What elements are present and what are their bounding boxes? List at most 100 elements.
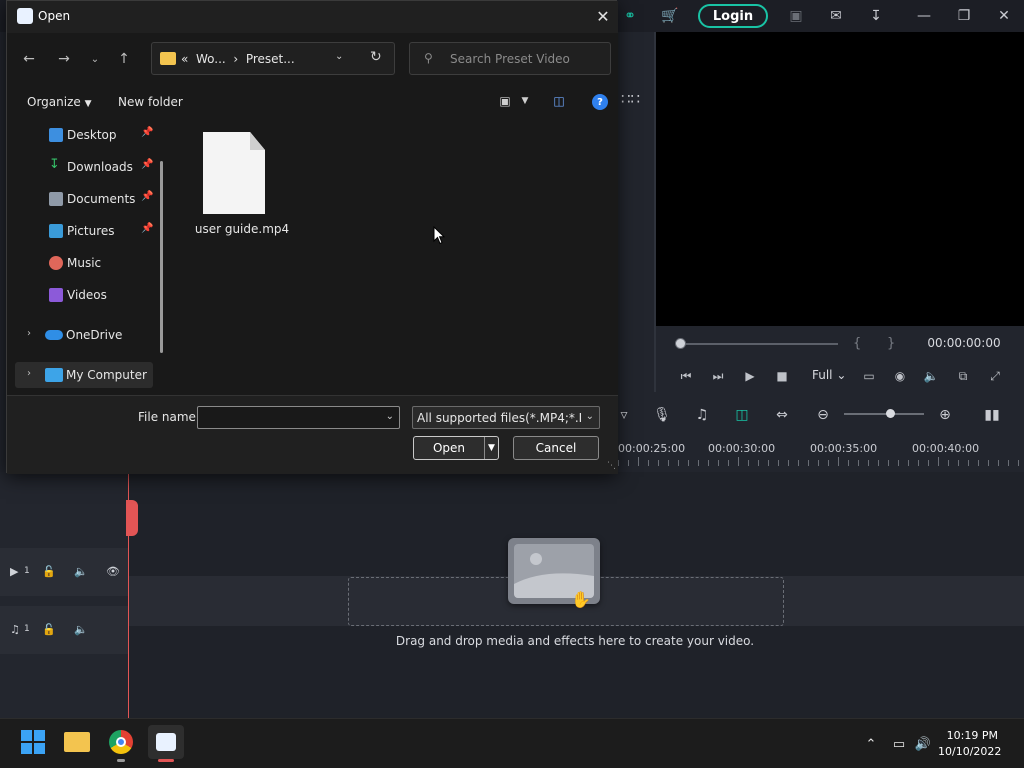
zoom-slider-handle[interactable] [886,409,895,418]
address-bar[interactable]: « Wo... › Preset... ⌄ ↻ [151,42,395,75]
start-button[interactable] [18,727,48,757]
next-frame-icon[interactable]: ⏭ [709,368,727,384]
playhead-handle[interactable] [126,500,138,536]
audio-track-number: 1 [24,624,30,634]
editor-taskbar-icon[interactable] [148,725,184,759]
lock-icon[interactable]: 🔓 [42,565,56,578]
audio-mix-icon[interactable]: ♫ [692,405,712,425]
nav-item-pictures[interactable]: Pictures 📌 [15,218,165,244]
ruler-tick [858,460,859,466]
nav-item-music[interactable]: Music [15,250,165,276]
mark-in-icon[interactable]: { [853,336,861,351]
grid-view-icon[interactable]: ∷∷ [621,90,640,108]
quality-select[interactable]: Full ⌄ [812,368,846,382]
nav-item-downloads[interactable]: ↧ Downloads 📌 [15,154,165,180]
chevron-up-icon[interactable]: ⌃ [862,735,880,753]
stop-icon[interactable]: ■ [773,368,791,384]
up-folder-icon[interactable]: ↑ [114,49,134,69]
snap-icon[interactable]: ◫ [732,405,752,425]
breadcrumb-item[interactable]: Wo... [196,52,226,66]
forward-icon[interactable]: → [54,49,74,69]
file-explorer-taskbar-icon[interactable] [62,727,92,757]
chevron-down-icon[interactable]: ⌄ [386,411,394,422]
breadcrumb-item[interactable]: Preset... [246,52,295,66]
search-input[interactable]: ⚲ Search Preset Video [409,42,611,75]
ruler-tick [948,460,949,466]
open-options-dropdown[interactable]: ▼ [484,437,498,459]
mail-icon[interactable]: ✉ [825,6,847,26]
documents-icon [49,192,63,206]
close-icon[interactable]: ✕ [993,6,1015,26]
ruler-tick [1008,460,1009,466]
snapshot-icon[interactable]: ◉ [891,368,909,384]
preview-pane-icon[interactable]: ◫ [550,93,568,109]
login-button[interactable]: Login [698,4,768,28]
nav-item-my-computer[interactable]: › My Computer [15,362,153,388]
expand-chevron-icon[interactable]: › [27,328,31,339]
fit-timeline-icon[interactable]: ⇔ [772,405,792,425]
prev-frame-icon[interactable]: ⏮ [677,368,695,384]
view-mode-icon[interactable]: ▣ [496,93,514,109]
back-icon[interactable]: ← [19,49,39,69]
nav-item-label: OneDrive [66,328,123,342]
resize-grip-icon[interactable]: ⋱ [607,461,616,471]
recent-locations-icon[interactable]: ⌄ [85,49,105,69]
ruler-tick [848,460,849,466]
file-name-field[interactable]: ⌄ [197,406,400,429]
cancel-button[interactable]: Cancel [513,436,599,460]
dialog-titlebar[interactable] [7,1,618,33]
lock-icon[interactable]: 🔓 [42,623,56,636]
fullscreen-icon[interactable]: ⤢ [986,368,1004,384]
file-name-input[interactable] [200,409,376,426]
file-type-select[interactable]: All supported files(*.MP4;*.FLV; ⌄ [412,406,600,429]
cart-icon[interactable]: 🛒 [659,6,681,26]
music-icon [49,256,63,270]
eye-icon[interactable]: 👁 [106,565,120,578]
ruler-tick [778,460,779,466]
mute-icon[interactable]: 🔈 [74,565,88,578]
nav-item-videos[interactable]: Videos [15,282,165,308]
download-icon[interactable]: ↧ [865,6,887,26]
scrub-track[interactable] [680,343,838,345]
zoom-in-icon[interactable]: ⊕ [935,405,955,425]
headset-icon[interactable]: ⚭ [619,6,641,26]
network-icon[interactable]: ▭ [890,735,908,753]
refresh-icon[interactable]: ↻ [370,49,382,65]
zoom-slider-track[interactable] [844,413,924,415]
save-icon[interactable]: ▣ [785,6,807,26]
chrome-taskbar-icon[interactable] [106,727,136,757]
organize-button[interactable]: Organize ▼ [27,95,92,109]
scrub-handle[interactable] [675,338,686,349]
dialog-close-button[interactable]: ✕ [593,6,613,26]
mark-out-icon[interactable]: } [887,336,895,351]
ruler-label: 00:00:40:00 [912,442,980,455]
nav-item-onedrive[interactable]: › OneDrive [15,322,165,348]
nav-item-desktop[interactable]: Desktop 📌 [15,122,165,148]
mute-icon[interactable]: 🔈 [74,623,88,636]
panel-toggle-icon[interactable]: ▮▮ [978,405,1006,425]
open-button[interactable]: Open ▼ [413,436,499,460]
help-icon[interactable]: ? [592,94,608,110]
volume-icon[interactable]: 🔈 [922,368,940,384]
microphone-icon[interactable]: 🎙 [652,405,672,425]
ruler-tick [798,460,799,466]
timecode-display: 00:00:00:00 [927,336,1001,350]
ruler-tick [648,460,649,466]
play-icon[interactable]: ▶ [741,368,759,384]
system-clock[interactable]: 10:19 PM 10/10/2022 [938,728,1001,760]
restore-icon[interactable]: ❐ [953,6,975,26]
volume-icon[interactable]: 🔊 [914,735,932,753]
caret-down-icon: ▼ [84,99,92,109]
breadcrumb-overflow[interactable]: « [181,52,188,66]
desktop-icon [49,128,63,142]
expand-chevron-icon[interactable]: › [27,368,31,379]
view-dropdown-icon[interactable]: ▼ [516,93,534,109]
display-icon[interactable]: ▭ [860,368,878,384]
file-name: user guide.mp4 [194,222,290,236]
minimize-icon[interactable]: — [913,6,935,26]
new-folder-button[interactable]: New folder [118,95,183,109]
aspect-icon[interactable]: ⧉ [954,368,972,384]
nav-item-documents[interactable]: Documents 📌 [15,186,165,212]
zoom-out-icon[interactable]: ⊖ [813,405,833,425]
address-dropdown-icon[interactable]: ⌄ [335,51,343,62]
